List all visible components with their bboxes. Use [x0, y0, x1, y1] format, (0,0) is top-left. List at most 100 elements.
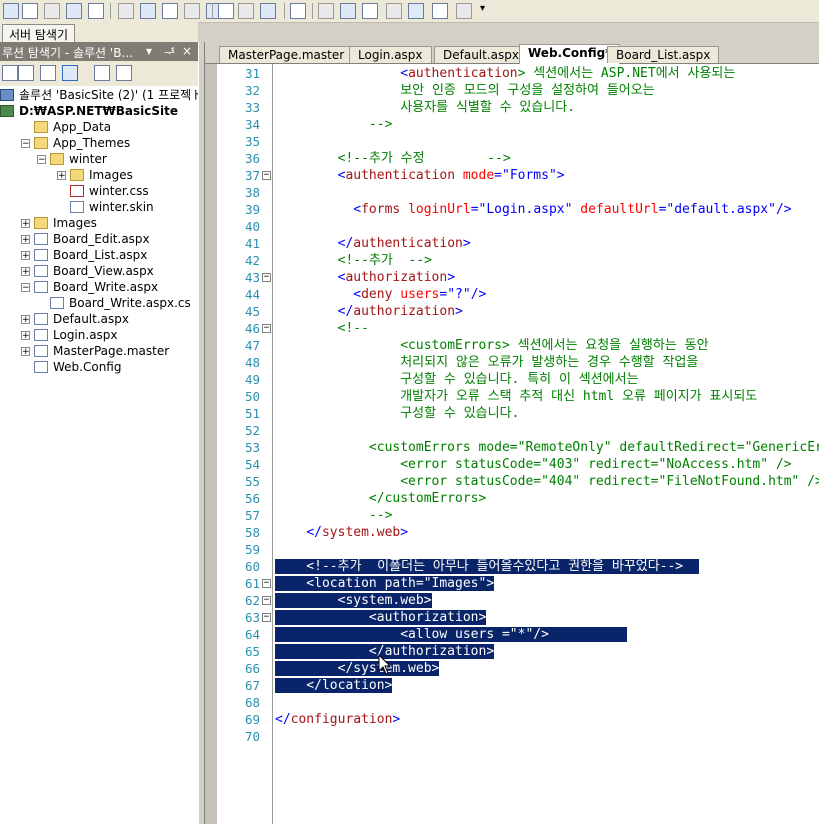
code-line[interactable]: </configuration>: [275, 711, 400, 728]
code-line[interactable]: <customErrors> 섹션에서는 요청을 실행하는 동안: [275, 337, 708, 354]
tree-expander-icon[interactable]: +: [21, 219, 30, 229]
copy-website-icon[interactable]: [116, 65, 132, 81]
outdent-icon[interactable]: [238, 3, 254, 19]
solution-explorer-icon[interactable]: [3, 3, 19, 19]
collapse-icon[interactable]: −: [262, 613, 271, 622]
code-line[interactable]: <authentication mode="Forms">: [275, 167, 565, 184]
code-line[interactable]: <error statusCode="403" redirect="NoAcce…: [275, 456, 791, 473]
copy-icon[interactable]: [140, 3, 156, 19]
code-line[interactable]: <!--추가 -->: [275, 252, 432, 269]
code-line[interactable]: -->: [275, 116, 393, 133]
selected-code-line[interactable]: <!--추가 이폴더는 아무나 들어올수있다고 권한을 바꾸었다-->: [275, 558, 699, 575]
selected-code-line[interactable]: </location>: [275, 677, 393, 694]
properties-icon[interactable]: [2, 65, 18, 81]
tree-item[interactable]: Web.Config: [34, 359, 121, 375]
code-line[interactable]: <customErrors mode="RemoteOnly" defaultR…: [275, 439, 819, 456]
overflow-icon[interactable]: ▾: [480, 3, 488, 19]
save-icon[interactable]: [66, 3, 82, 19]
tree-item[interactable]: Board_Write.aspx.cs: [50, 295, 191, 311]
code-line[interactable]: 사용자를 식별할 수 있습니다.: [275, 99, 575, 116]
comment-icon[interactable]: [260, 3, 276, 19]
code-line[interactable]: <forms loginUrl="Login.aspx" defaultUrl=…: [275, 201, 791, 218]
code-line[interactable]: <deny users="?"/>: [275, 286, 486, 303]
tree-item[interactable]: App_Data: [34, 119, 111, 135]
code-line[interactable]: </system.web>: [275, 524, 408, 541]
prev-bookmark-folder-icon[interactable]: [386, 3, 402, 19]
open-icon[interactable]: [44, 3, 60, 19]
tree-item[interactable]: D:₩ASP.NET₩BasicSite: [0, 103, 178, 119]
selected-code-line[interactable]: <allow users ="*"/>: [275, 626, 628, 643]
tree-item[interactable]: MasterPage.master: [34, 343, 169, 359]
code-line[interactable]: <error statusCode="404" redirect="FileNo…: [275, 473, 819, 490]
editor-tab[interactable]: Board_List.aspx: [607, 46, 720, 63]
editor-tab[interactable]: Default.aspx: [434, 46, 528, 63]
tree-item[interactable]: 솔루션 'BasicSite (2)' (1 프로젝ト: [0, 87, 198, 103]
indent-icon[interactable]: [218, 3, 234, 19]
refresh-icon[interactable]: [40, 65, 56, 81]
clear-bookmarks-icon[interactable]: [432, 3, 448, 19]
code-editor[interactable]: 31 32 33 34 35 36 37 38 39 40 41 42 43 44 45 46 47 48 49 50…: [217, 64, 819, 824]
tree-expander-icon[interactable]: +: [21, 315, 30, 325]
collapse-icon[interactable]: −: [262, 171, 271, 180]
tree-item[interactable]: winter.skin: [70, 199, 154, 215]
uncomment-icon[interactable]: [290, 3, 306, 19]
tree-expander-icon[interactable]: +: [57, 171, 66, 181]
tree-item[interactable]: Default.aspx: [34, 311, 129, 327]
selected-code-line[interactable]: <authorization>: [275, 609, 487, 626]
tree-item[interactable]: Board_List.aspx: [34, 247, 147, 263]
find-icon[interactable]: [456, 3, 472, 19]
tree-expander-icon[interactable]: +: [21, 251, 30, 261]
tree-expander-icon[interactable]: +: [21, 235, 30, 245]
tree-expander-icon[interactable]: −: [37, 155, 46, 165]
tree-expander-icon[interactable]: −: [21, 283, 30, 293]
pane-splitter[interactable]: [198, 42, 205, 824]
show-all-files-icon[interactable]: [18, 65, 34, 81]
save-all-icon[interactable]: [88, 3, 104, 19]
editor-tab[interactable]: MasterPage.master: [219, 46, 354, 63]
nest-related-icon[interactable]: [62, 65, 78, 81]
code-line[interactable]: <!--추가 수정 -->: [275, 150, 511, 167]
pin-icon[interactable]: ᅾ: [164, 44, 175, 61]
code-line[interactable]: 보안 인증 모드의 구성을 설정하여 들어오는: [275, 82, 654, 99]
code-line[interactable]: 개발자가 오류 스택 추적 대신 html 오류 페이지가 표시되도: [275, 388, 757, 405]
cut-icon[interactable]: [118, 3, 134, 19]
tree-item[interactable]: Board_Write.aspx: [34, 279, 158, 295]
editor-tab[interactable]: Login.aspx: [349, 46, 432, 63]
tree-item[interactable]: Login.aspx: [34, 327, 118, 343]
tree-expander-icon[interactable]: −: [21, 139, 30, 149]
code-line[interactable]: 처리되지 않은 오류가 발생하는 경우 수행할 작업을: [275, 354, 698, 371]
tree-item[interactable]: winter.css: [70, 183, 149, 199]
editor-tab[interactable]: Web.Config*: [519, 44, 621, 64]
dropdown-icon[interactable]: ▾: [146, 44, 152, 58]
collapse-icon[interactable]: −: [262, 579, 271, 588]
tree-expander-icon[interactable]: +: [21, 267, 30, 277]
code-line[interactable]: <authentication> 섹션에서는 ASP.NET에서 사용되는: [275, 65, 735, 82]
tree-item[interactable]: Images: [70, 167, 133, 183]
close-icon[interactable]: ×: [182, 44, 192, 58]
code-line[interactable]: </authorization>: [275, 303, 463, 320]
code-line[interactable]: </authentication>: [275, 235, 471, 252]
collapse-icon[interactable]: −: [262, 273, 271, 282]
code-line[interactable]: <!--: [275, 320, 369, 337]
undo-icon[interactable]: [184, 3, 200, 19]
tree-item[interactable]: Board_Edit.aspx: [34, 231, 150, 247]
code-line[interactable]: -->: [275, 507, 393, 524]
tree-item[interactable]: App_Themes: [34, 135, 130, 151]
view-code-icon[interactable]: [94, 65, 110, 81]
tree-item[interactable]: Images: [34, 215, 97, 231]
code-line[interactable]: 구성할 수 있습니다. 특히 이 섹션에서는: [275, 371, 638, 388]
next-bookmark-folder-icon[interactable]: [408, 3, 424, 19]
tree-item[interactable]: winter: [50, 151, 107, 167]
selected-code-line[interactable]: <location path="Images">: [275, 575, 495, 592]
collapse-icon[interactable]: −: [262, 596, 271, 605]
selected-code-line[interactable]: <system.web>: [275, 592, 432, 609]
code-line[interactable]: 구성할 수 있습니다.: [275, 405, 519, 422]
paste-icon[interactable]: [162, 3, 178, 19]
code-line[interactable]: </customErrors>: [275, 490, 486, 507]
code-line[interactable]: <authorization>: [275, 269, 455, 286]
next-bookmark-icon[interactable]: [362, 3, 378, 19]
tree-expander-icon[interactable]: +: [21, 347, 30, 357]
bookmark-icon[interactable]: [318, 3, 334, 19]
selected-code-line[interactable]: </system.web>: [275, 660, 440, 677]
collapse-icon[interactable]: −: [262, 324, 271, 333]
